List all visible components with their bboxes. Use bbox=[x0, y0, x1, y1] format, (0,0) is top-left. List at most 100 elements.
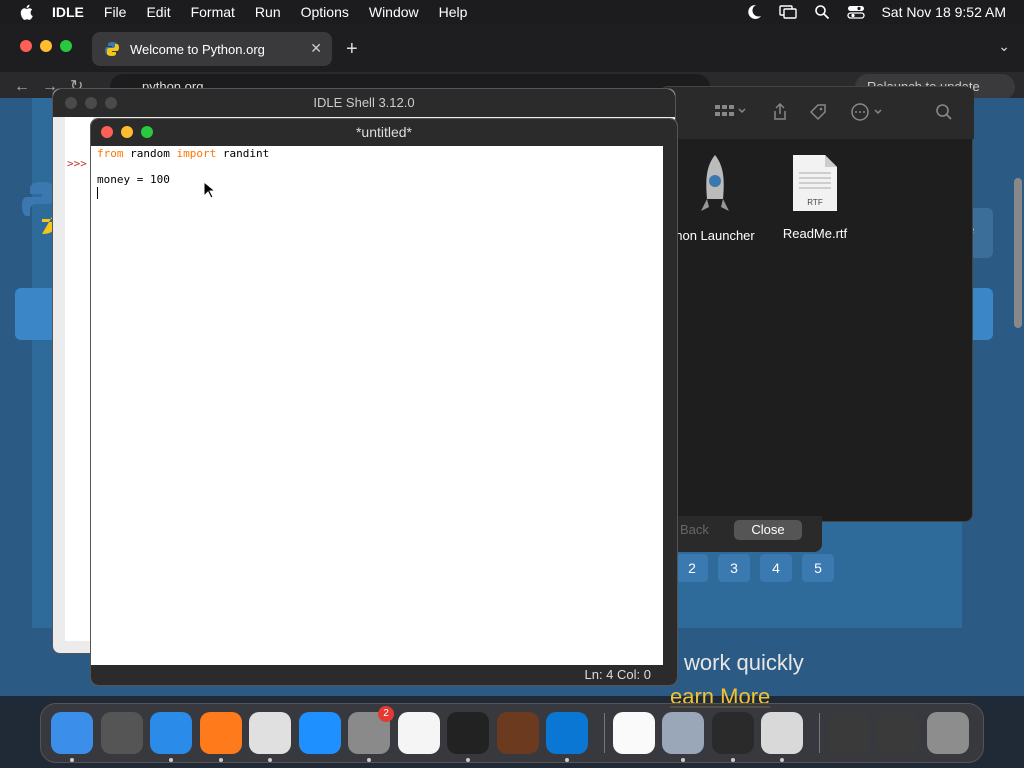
tab-python-org[interactable]: Welcome to Python.org ✕ bbox=[92, 32, 332, 66]
more-actions-icon[interactable] bbox=[851, 103, 887, 121]
code-editor-text-area[interactable]: from random import randint money = 100 bbox=[97, 147, 269, 199]
running-indicator bbox=[169, 758, 173, 762]
search-icon[interactable] bbox=[935, 103, 953, 121]
textedit-icon[interactable] bbox=[397, 712, 440, 754]
menu-window[interactable]: Window bbox=[369, 4, 419, 20]
keyword-token: from bbox=[97, 147, 124, 160]
python-favicon-icon bbox=[105, 42, 119, 56]
finder-item-readme[interactable]: RTF ReadMe.rtf bbox=[765, 153, 865, 241]
apple-icon[interactable] bbox=[18, 3, 36, 21]
code-line[interactable]: money = 100 bbox=[97, 173, 269, 186]
launchpad-icon[interactable] bbox=[100, 712, 143, 754]
menu-bar: IDLE File Edit Format Run Options Window… bbox=[0, 0, 1024, 24]
shell-prompt: >>> bbox=[67, 157, 87, 170]
back-button[interactable]: Back bbox=[680, 522, 709, 537]
share-icon[interactable] bbox=[771, 103, 789, 121]
page-scrollbar[interactable] bbox=[1014, 178, 1022, 328]
running-indicator bbox=[218, 758, 223, 762]
finder-icon[interactable] bbox=[51, 712, 93, 762]
firefox-icon[interactable] bbox=[199, 712, 242, 762]
screenshot-stack-icon[interactable] bbox=[877, 712, 919, 754]
app-name-menu[interactable]: IDLE bbox=[52, 4, 84, 20]
running-indicator bbox=[367, 758, 371, 762]
editor-title: *untitled* bbox=[355, 124, 413, 140]
reminders-icon[interactable] bbox=[612, 712, 655, 754]
minimize-window-button[interactable] bbox=[121, 126, 133, 138]
new-tab-icon[interactable]: + bbox=[346, 38, 358, 61]
notification-badge: 2 bbox=[378, 706, 394, 722]
screen-mirroring-icon[interactable] bbox=[779, 4, 798, 20]
trash-icon[interactable] bbox=[926, 712, 969, 754]
running-indicator bbox=[780, 758, 784, 762]
tab-title: Welcome to Python.org bbox=[130, 41, 265, 57]
keyword-token: import bbox=[176, 147, 217, 160]
menu-file[interactable]: File bbox=[104, 4, 127, 20]
idle-icon[interactable] bbox=[761, 712, 803, 762]
menu-format[interactable]: Format bbox=[191, 4, 235, 20]
garageband-icon[interactable] bbox=[496, 712, 539, 754]
finder-item-label: non Launcher bbox=[675, 228, 755, 243]
installer-dialog-footer: Back Close bbox=[660, 516, 822, 552]
running-indicator bbox=[466, 758, 470, 762]
terminal-icon[interactable] bbox=[447, 712, 489, 762]
zoom-window-button[interactable] bbox=[105, 97, 117, 109]
menu-bar-clock[interactable]: Sat Nov 18 9:52 AM bbox=[881, 4, 1006, 20]
control-center-icon[interactable] bbox=[847, 4, 866, 20]
shell-title-bar: IDLE Shell 3.12.0 bbox=[53, 89, 675, 117]
shell-text-area[interactable] bbox=[65, 117, 93, 641]
downloads-installer-icon[interactable] bbox=[662, 712, 704, 762]
running-indicator bbox=[730, 758, 735, 762]
pagination: 2 3 4 5 bbox=[676, 554, 834, 582]
vscode-icon[interactable] bbox=[546, 712, 588, 762]
download-panel-left bbox=[15, 288, 55, 340]
tag-icon[interactable] bbox=[809, 103, 827, 121]
page-4-button[interactable]: 4 bbox=[760, 554, 792, 582]
python-launcher-icon[interactable] bbox=[711, 712, 754, 762]
page-3-button[interactable]: 3 bbox=[718, 554, 750, 582]
editor-title-bar: *untitled* bbox=[91, 119, 677, 146]
page-5-button[interactable]: 5 bbox=[802, 554, 834, 582]
running-indicator bbox=[268, 758, 272, 762]
chrome-icon[interactable] bbox=[249, 712, 291, 762]
editor-scrollbar[interactable] bbox=[663, 146, 677, 667]
spotlight-search-icon[interactable] bbox=[813, 4, 831, 20]
dark-mode-icon[interactable] bbox=[745, 4, 763, 20]
editor-status-bar: Ln: 4 Col: 0 bbox=[91, 665, 677, 685]
system-settings-icon[interactable]: 2 bbox=[348, 706, 394, 762]
close-tab-icon[interactable]: ✕ bbox=[310, 40, 322, 57]
close-button[interactable]: Close bbox=[734, 520, 802, 540]
finder-toolbar bbox=[661, 87, 974, 139]
finder-item-label: ReadMe.rtf bbox=[782, 226, 848, 241]
code-line[interactable]: from random import randint bbox=[97, 147, 269, 160]
app-store-icon[interactable] bbox=[298, 712, 341, 754]
minimize-window-button[interactable] bbox=[40, 40, 52, 52]
menu-run[interactable]: Run bbox=[255, 4, 281, 20]
close-window-button[interactable] bbox=[20, 40, 32, 52]
menu-edit[interactable]: Edit bbox=[146, 4, 170, 20]
chevron-down-icon[interactable]: ⌄ bbox=[998, 38, 1010, 55]
running-indicator bbox=[681, 758, 685, 762]
zoom-window-button[interactable] bbox=[60, 40, 72, 52]
text-caret bbox=[97, 187, 98, 199]
python-logo-icon bbox=[22, 182, 56, 234]
safari-icon[interactable] bbox=[150, 712, 192, 762]
dock: 2 bbox=[40, 703, 984, 763]
code-line[interactable] bbox=[97, 186, 269, 199]
menu-options[interactable]: Options bbox=[301, 4, 349, 20]
minimize-window-button[interactable] bbox=[85, 97, 97, 109]
finder-item-python-launcher[interactable]: non Launcher bbox=[665, 153, 765, 243]
close-window-button[interactable] bbox=[101, 126, 113, 138]
dock-separator bbox=[603, 713, 605, 753]
code-token: random bbox=[123, 147, 177, 160]
code-line[interactable] bbox=[97, 160, 269, 173]
shell-title: IDLE Shell 3.12.0 bbox=[313, 95, 415, 110]
rtf-label: RTF bbox=[807, 198, 823, 207]
view-options-icon[interactable] bbox=[713, 103, 747, 121]
hero-tagline: work quickly bbox=[684, 650, 804, 675]
close-window-button[interactable] bbox=[65, 97, 77, 109]
folder-stack-icon[interactable] bbox=[827, 712, 870, 754]
page-2-button[interactable]: 2 bbox=[676, 554, 708, 582]
zoom-window-button[interactable] bbox=[141, 126, 153, 138]
rocket-icon bbox=[701, 155, 729, 211]
menu-help[interactable]: Help bbox=[439, 4, 468, 20]
